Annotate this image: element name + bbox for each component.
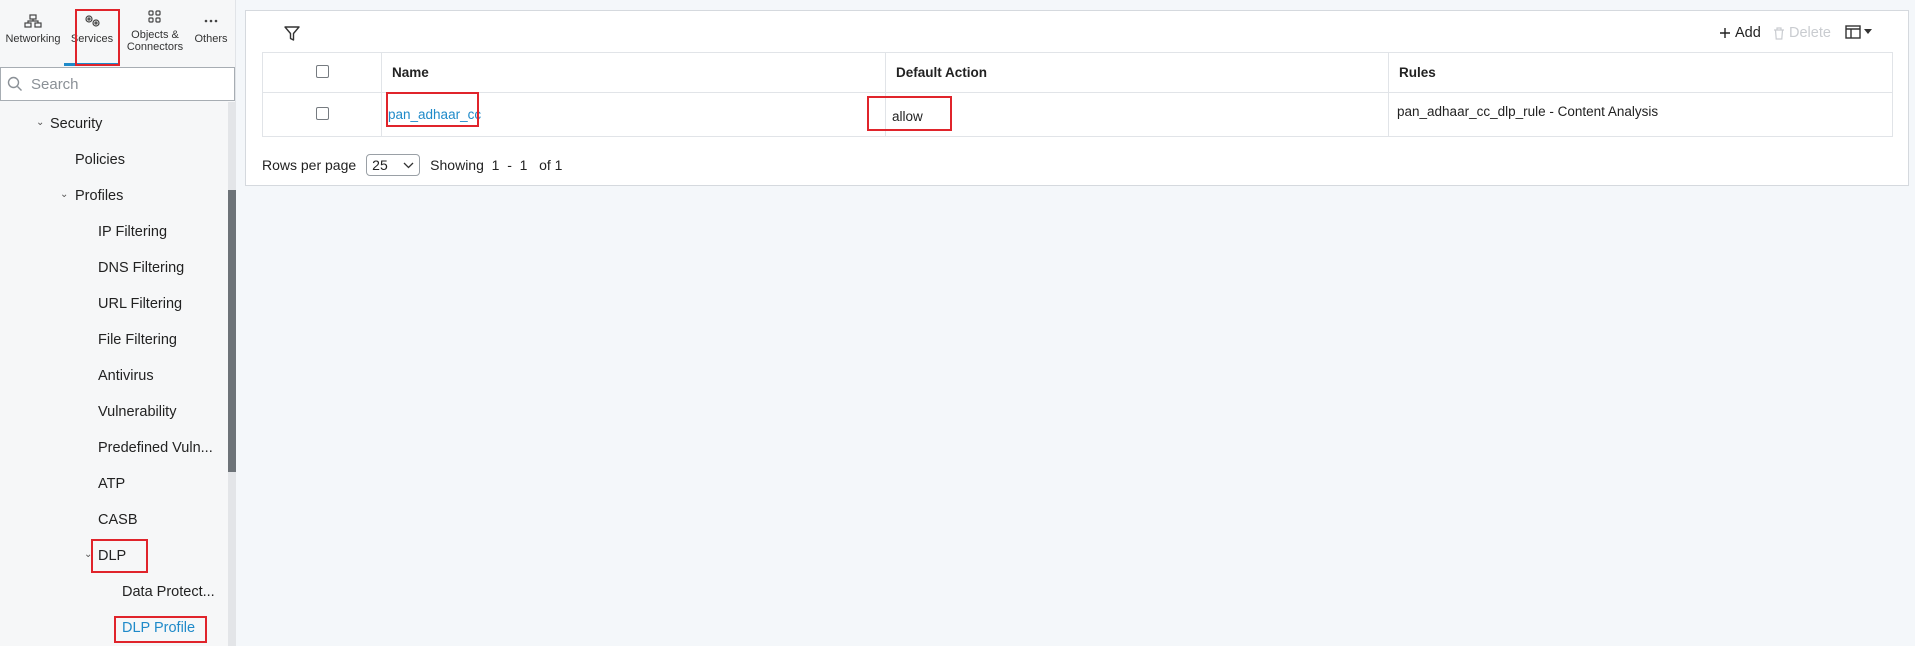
select-all-cell [262, 52, 382, 93]
nav-networking-label: Networking [5, 33, 61, 45]
gears-icon [85, 15, 100, 27]
nav-objects-connectors[interactable]: Objects & Connectors [122, 0, 188, 66]
chevron-down-icon[interactable]: ⌄ [84, 549, 92, 560]
tree-item-policies[interactable]: Policies [75, 150, 125, 170]
trash-icon [1774, 26, 1784, 40]
rows-per-page-value: 25 [372, 157, 388, 173]
rows-per-page-select[interactable]: 25 [366, 154, 421, 176]
column-settings-button[interactable] [1845, 25, 1872, 39]
filter-icon [284, 26, 300, 41]
row-checkbox[interactable] [315, 106, 329, 120]
nav-objects-label: Objects & Connectors [126, 29, 184, 53]
tree-item-data-protect[interactable]: Data Protect... [122, 582, 215, 602]
more-icon [204, 19, 218, 23]
tree-item-security[interactable]: Security [50, 114, 102, 134]
column-header-rules[interactable]: Rules [1388, 52, 1893, 93]
columns-icon [1845, 25, 1861, 39]
default-action-value: allow [892, 109, 923, 124]
column-header-default-action[interactable]: Default Action [885, 52, 1389, 93]
table-row: pan_adhaar_cc allow pan_adhaar_cc_dlp_ru… [262, 92, 1893, 137]
rows-per-page-label: Rows per page [262, 157, 357, 173]
tree-item-dlp[interactable]: DLP [98, 546, 126, 566]
table-header-row: Name Default Action Rules [262, 52, 1893, 93]
showing-range: Showing 1 - 1 of 1 [430, 157, 563, 173]
nav-others[interactable]: Others [190, 0, 232, 66]
tree-item-antivirus[interactable]: Antivirus [98, 366, 154, 386]
dlp-profile-table: Name Default Action Rules pan_adhaar_cc … [262, 52, 1893, 137]
nav-networking[interactable]: Networking [2, 0, 64, 66]
tree-item-dlp-profile[interactable]: DLP Profile [122, 618, 195, 638]
delete-label: Delete [1789, 25, 1831, 41]
add-label: Add [1735, 25, 1761, 41]
tree-item-ip-filtering[interactable]: IP Filtering [98, 222, 167, 242]
network-icon [24, 14, 42, 28]
select-all-checkbox[interactable] [315, 64, 329, 78]
pagination-footer: Rows per page 25 Showing 1 - 1 of 1 [262, 154, 562, 176]
top-nav: Networking Services Objects & Connectors… [0, 0, 236, 66]
nav-tree: ⌄ Security Policies ⌄ Profiles IP Filter… [0, 102, 228, 646]
tree-item-file-filtering[interactable]: File Filtering [98, 330, 177, 350]
sidebar-scrollbar-thumb[interactable] [228, 190, 236, 472]
search-input[interactable] [31, 75, 231, 93]
tree-item-vulnerability[interactable]: Vulnerability [98, 402, 176, 422]
delete-button[interactable]: Delete [1773, 25, 1831, 41]
sidebar: Networking Services Objects & Connectors… [0, 0, 236, 646]
profile-name-link[interactable]: pan_adhaar_cc [388, 107, 481, 122]
add-button[interactable]: Add [1719, 25, 1761, 41]
name-cell: pan_adhaar_cc [381, 92, 886, 137]
rules-value: pan_adhaar_cc_dlp_rule - Content Analysi… [1397, 104, 1659, 119]
tree-item-casb[interactable]: CASB [98, 510, 138, 530]
chevron-down-icon [403, 162, 414, 168]
nav-services-label: Services [70, 33, 114, 45]
nav-services[interactable]: Services [64, 0, 120, 66]
chevron-down-icon[interactable]: ⌄ [60, 189, 68, 200]
tree-item-atp[interactable]: ATP [98, 474, 125, 494]
column-header-name[interactable]: Name [381, 52, 886, 93]
plus-icon [1720, 28, 1730, 38]
rules-cell: pan_adhaar_cc_dlp_rule - Content Analysi… [1388, 92, 1893, 137]
search-box [0, 67, 235, 101]
chevron-down-icon[interactable]: ⌄ [36, 117, 44, 128]
dlp-profile-panel: Add Delete Name Default Action Rules pan… [245, 10, 1909, 186]
grid-icon [148, 10, 161, 23]
tree-item-url-filtering[interactable]: URL Filtering [98, 294, 182, 314]
default-action-cell: allow [885, 92, 1389, 137]
row-select-cell [262, 92, 382, 137]
caret-down-icon [1864, 29, 1872, 34]
tree-item-profiles[interactable]: Profiles [75, 186, 123, 206]
tree-item-predefined-vuln[interactable]: Predefined Vuln... [98, 438, 213, 458]
filter-button[interactable] [283, 25, 301, 48]
search-icon [7, 76, 22, 91]
tree-item-dns-filtering[interactable]: DNS Filtering [98, 258, 184, 278]
nav-others-label: Others [194, 33, 228, 45]
